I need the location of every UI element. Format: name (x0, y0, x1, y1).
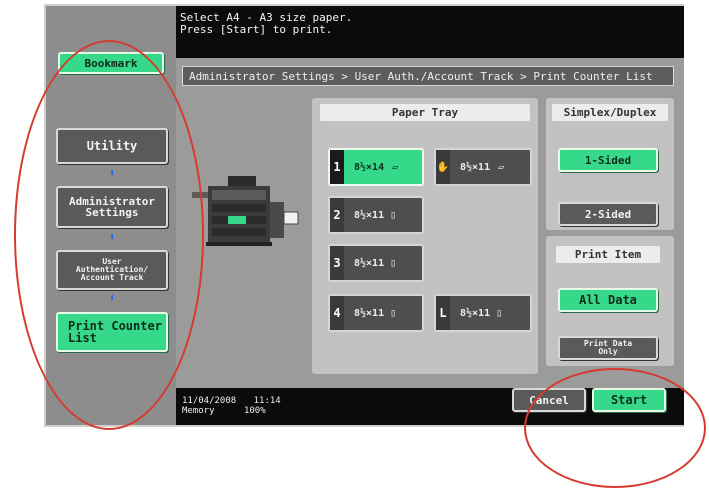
date-text: 11/04/2008 (182, 396, 237, 406)
tray-size: 8½×14 (354, 161, 385, 173)
print-item-label: Print Item (556, 246, 660, 263)
tray-number: 4 (330, 296, 344, 330)
breadcrumb: Administrator Settings > User Auth./Acco… (182, 66, 674, 86)
time-text: 11:14 (253, 396, 281, 406)
memory-label: Memory (182, 406, 215, 416)
paper-tray-label: Paper Tray (320, 104, 530, 121)
tray-number: 2 (330, 198, 344, 232)
tray-number: 1 (330, 150, 344, 184)
tray-3-button[interactable]: 3 8½×11 ▯ (328, 244, 424, 282)
paper-orientation-icon: ▱ (392, 161, 399, 173)
tray-size: 8½×11 (354, 307, 385, 319)
printer-illustration-icon (190, 172, 302, 252)
annotation-oval-start (524, 368, 706, 488)
simplex-duplex-label: Simplex/Duplex (552, 104, 668, 121)
paper-orientation-icon: ▯ (496, 307, 503, 319)
tray-2-button[interactable]: 2 8½×11 ▯ (328, 196, 424, 234)
tray-size: 8½×11 (354, 257, 385, 269)
paper-orientation-icon: ▱ (498, 161, 505, 173)
paper-orientation-icon: ▯ (390, 307, 397, 319)
paper-orientation-icon: ▯ (390, 257, 397, 269)
memory-value: 100% (243, 406, 266, 416)
one-sided-button[interactable]: 1-Sided (558, 148, 658, 172)
tray-size: 8½×11 (460, 161, 491, 173)
all-data-button[interactable]: All Data (558, 288, 658, 312)
message-area: Select A4 - A3 size paper. Press [Start]… (176, 6, 684, 58)
print-data-only-label-2: Only (598, 347, 618, 356)
paper-orientation-icon: ▯ (390, 209, 397, 221)
print-data-only-button[interactable]: Print Data Only (558, 336, 658, 360)
hand-icon: ✋ (436, 150, 450, 184)
manual-bypass-tray-button[interactable]: ✋ 8½×11 ▱ (434, 148, 532, 186)
date-time-memory: 11/04/2008 11:14 Memory 100% (182, 396, 281, 416)
tray-number: L (436, 296, 450, 330)
tray-4-button[interactable]: 4 8½×11 ▯ (328, 294, 424, 332)
tray-number: 3 (330, 246, 344, 280)
large-capacity-tray-button[interactable]: L 8½×11 ▯ (434, 294, 532, 332)
paper-tray-section (312, 98, 538, 374)
two-sided-button[interactable]: 2-Sided (558, 202, 658, 226)
tray-size: 8½×11 (460, 307, 491, 319)
message-line-2: Press [Start] to print. (180, 23, 333, 36)
tray-size: 8½×11 (354, 209, 385, 221)
tray-1-button[interactable]: 1 8½×14 ▱ (328, 148, 424, 186)
annotation-oval-left (14, 40, 204, 430)
